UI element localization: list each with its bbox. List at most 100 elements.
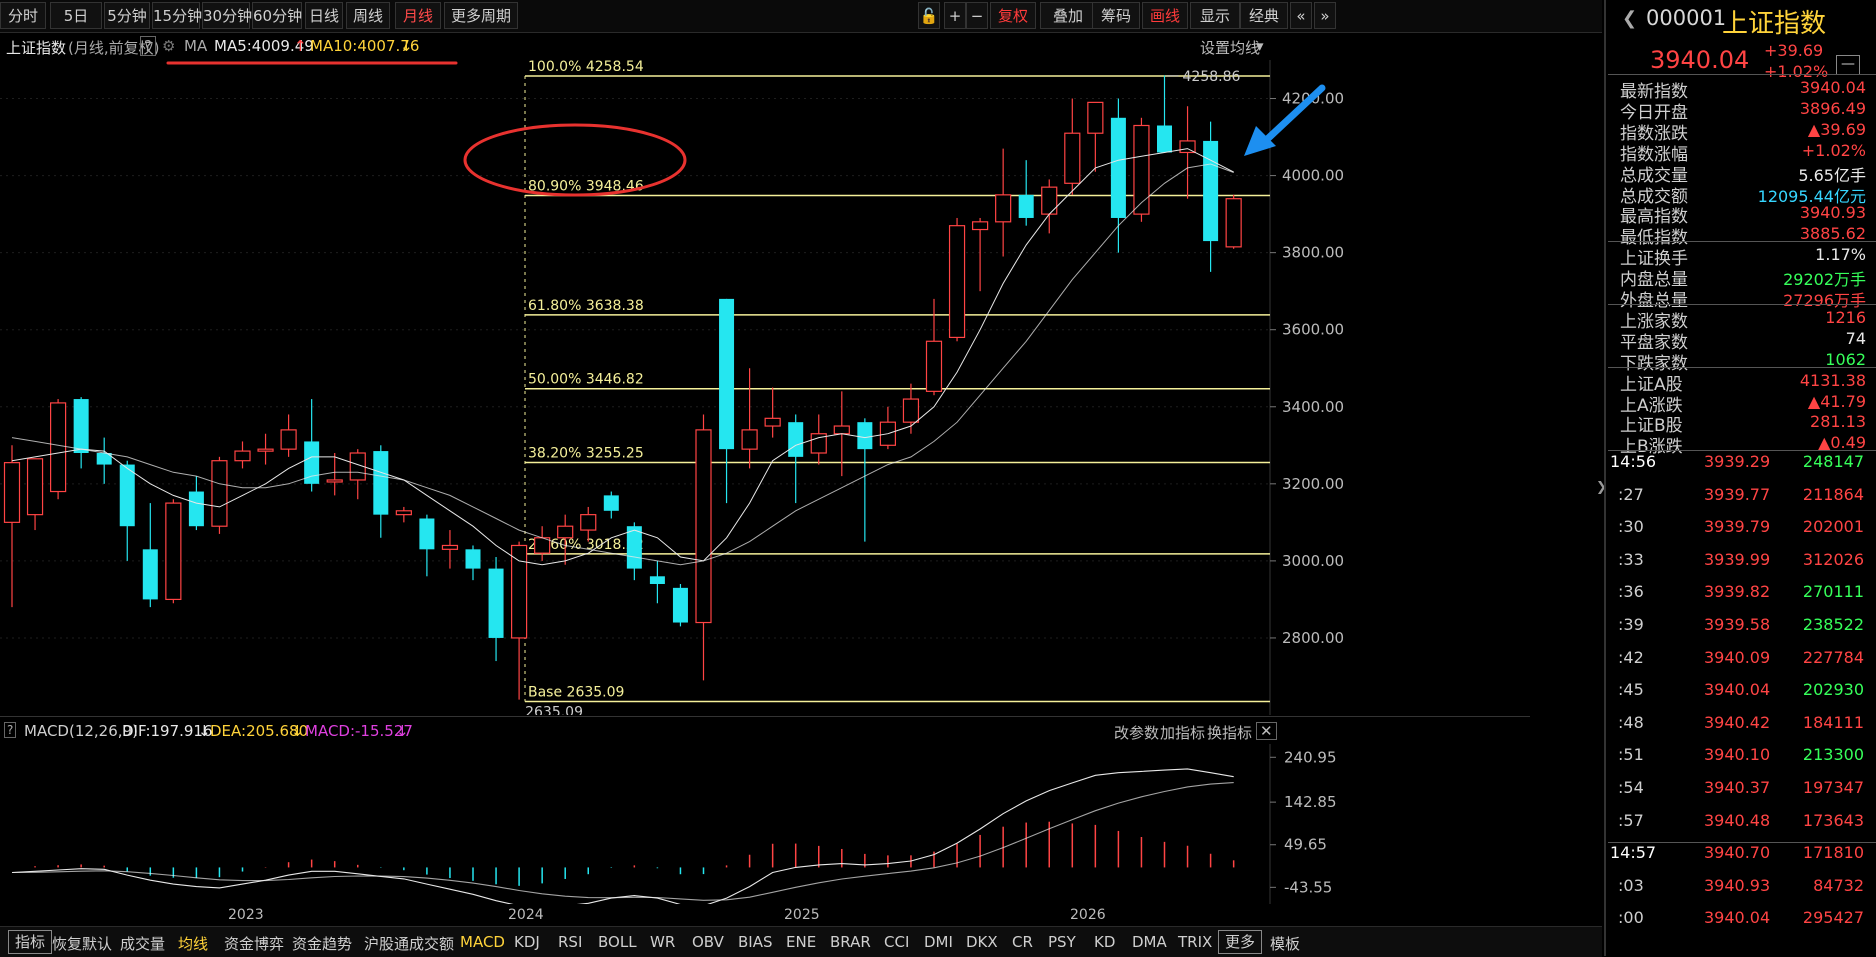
candle[interactable]	[603, 491, 619, 519]
tool-button-4[interactable]: 显示	[1190, 2, 1240, 29]
candle[interactable]	[719, 298, 735, 504]
candle[interactable]	[211, 456, 228, 534]
indicator-tab-20[interactable]: PSY	[1048, 933, 1076, 951]
period-button-9[interactable]: 更多周期	[444, 2, 518, 29]
candle[interactable]	[441, 530, 459, 569]
candlestick-chart[interactable]: 4200.004000.003800.003600.003400.003200.…	[0, 60, 1602, 715]
indicator-tab-16[interactable]: CCI	[884, 933, 909, 951]
minus-icon[interactable]: −	[966, 2, 988, 29]
tool-button-5[interactable]: 经典	[1240, 2, 1288, 29]
indicator-tab-11[interactable]: WR	[650, 933, 675, 951]
indicator-tab-14[interactable]: ENE	[786, 933, 816, 951]
candle[interactable]	[995, 148, 1012, 257]
period-button-8[interactable]: 月线	[395, 2, 441, 29]
candle[interactable]	[96, 437, 112, 484]
period-button-3[interactable]: 15分钟	[152, 2, 202, 29]
period-button-1[interactable]: 5日	[50, 2, 102, 29]
double-left-icon[interactable]: «	[1290, 2, 1312, 29]
indicator-tab-23[interactable]: TRIX	[1178, 933, 1212, 951]
chevron-down-icon[interactable]: ▾	[1256, 37, 1264, 55]
candle[interactable]	[948, 217, 966, 342]
gear-icon[interactable]: ⚙	[162, 37, 175, 55]
period-button-2[interactable]: 5分钟	[104, 2, 150, 29]
switch-indicator-button[interactable]: 换指标	[1207, 722, 1252, 743]
indicator-tab-18[interactable]: DKX	[966, 933, 998, 951]
indicator-tab-9[interactable]: RSI	[558, 933, 582, 951]
indicator-tab-17[interactable]: DMI	[924, 933, 953, 951]
candle[interactable]	[971, 217, 989, 292]
fib-line-0[interactable]: 100.0% 4258.54	[525, 60, 1270, 77]
fib-line-3[interactable]: 50.00% 3446.82	[525, 372, 1270, 390]
indicator-tab-4[interactable]: 资金博弈	[224, 933, 284, 954]
candle[interactable]	[488, 557, 504, 662]
candle[interactable]	[879, 406, 897, 450]
period-button-4[interactable]: 30分钟	[202, 2, 252, 29]
candle[interactable]	[465, 545, 481, 581]
period-button-7[interactable]: 周线	[346, 2, 390, 29]
candle[interactable]	[26, 458, 44, 531]
fib-line-4[interactable]: 38.20% 3255.25	[525, 446, 1270, 464]
candle[interactable]	[326, 453, 343, 496]
candle[interactable]	[49, 399, 67, 500]
indicator-tab-2[interactable]: 成交量	[120, 933, 165, 954]
indicator-tab-15[interactable]: BRAR	[830, 933, 871, 951]
candle[interactable]	[234, 441, 251, 469]
candle[interactable]	[534, 526, 551, 561]
indicator-tab-7[interactable]: MACD	[460, 933, 505, 951]
candle[interactable]	[695, 414, 712, 681]
candle[interactable]	[511, 541, 528, 700]
candle[interactable]	[1225, 194, 1242, 249]
indicator-tab-3[interactable]: 均线	[178, 933, 208, 954]
indicator-tab-10[interactable]: BOLL	[598, 933, 637, 951]
indicator-tab-12[interactable]: OBV	[692, 933, 724, 951]
candle[interactable]	[1087, 101, 1104, 172]
macd-help-icon[interactable]: ?	[4, 722, 17, 738]
plus-icon[interactable]: +	[944, 2, 966, 29]
candle[interactable]	[142, 503, 158, 608]
candle[interactable]	[1133, 117, 1150, 222]
indicator-tab-0[interactable]: 指标	[8, 930, 53, 954]
candle[interactable]	[626, 522, 642, 581]
help-icon[interactable]: ?	[140, 36, 156, 56]
ma-label[interactable]: MA	[184, 37, 207, 55]
macd-chart[interactable]: 240.95 142.85 49.65 -43.55	[0, 744, 1602, 904]
fib-line-6[interactable]: Base 2635.09	[525, 684, 1270, 703]
indicator-tab-24[interactable]: 更多	[1218, 930, 1263, 954]
indicator-tab-13[interactable]: BIAS	[738, 933, 773, 951]
candle[interactable]	[1041, 179, 1058, 234]
tool-button-0[interactable]: 复权	[990, 2, 1036, 29]
candle[interactable]	[280, 414, 297, 457]
candle[interactable]	[741, 368, 758, 469]
candle[interactable]	[1157, 75, 1172, 153]
candle[interactable]	[788, 414, 804, 504]
period-button-6[interactable]: 日线	[305, 2, 343, 29]
candle[interactable]	[672, 584, 688, 627]
indicator-tab-22[interactable]: DMA	[1132, 933, 1167, 951]
fib-line-2[interactable]: 61.80% 3638.38	[525, 298, 1270, 316]
edit-params-button[interactable]: 改参数	[1114, 722, 1159, 743]
ma-setting-button[interactable]: 设置均线	[1200, 37, 1260, 58]
candle[interactable]	[373, 445, 389, 538]
candle[interactable]	[1018, 160, 1034, 226]
candle[interactable]	[3, 445, 21, 608]
add-indicator-button[interactable]: 加指标	[1160, 722, 1205, 743]
indicator-tab-8[interactable]: KDJ	[514, 933, 540, 951]
tool-button-1[interactable]: 叠加	[1040, 2, 1096, 29]
double-right-icon[interactable]: »	[1314, 2, 1336, 29]
tool-button-3[interactable]: 画线	[1142, 2, 1188, 29]
macd-label[interactable]: MACD(12,26,9)	[24, 722, 138, 740]
candle[interactable]	[395, 506, 412, 523]
candle[interactable]	[165, 499, 182, 604]
candle[interactable]	[1110, 98, 1126, 253]
candle[interactable]	[119, 460, 135, 561]
candle[interactable]	[419, 514, 435, 577]
period-button-5[interactable]: 60分钟	[252, 2, 302, 29]
indicator-tab-25[interactable]: 模板	[1270, 933, 1300, 954]
indicator-tab-19[interactable]: CR	[1012, 933, 1033, 951]
candle[interactable]	[1203, 121, 1219, 272]
candle[interactable]	[1179, 106, 1196, 199]
close-icon[interactable]: ✕	[1256, 722, 1277, 740]
indicator-tab-21[interactable]: KD	[1094, 933, 1115, 951]
minimize-icon[interactable]: —	[1836, 55, 1860, 75]
lock-icon[interactable]: 🔓	[918, 2, 940, 29]
